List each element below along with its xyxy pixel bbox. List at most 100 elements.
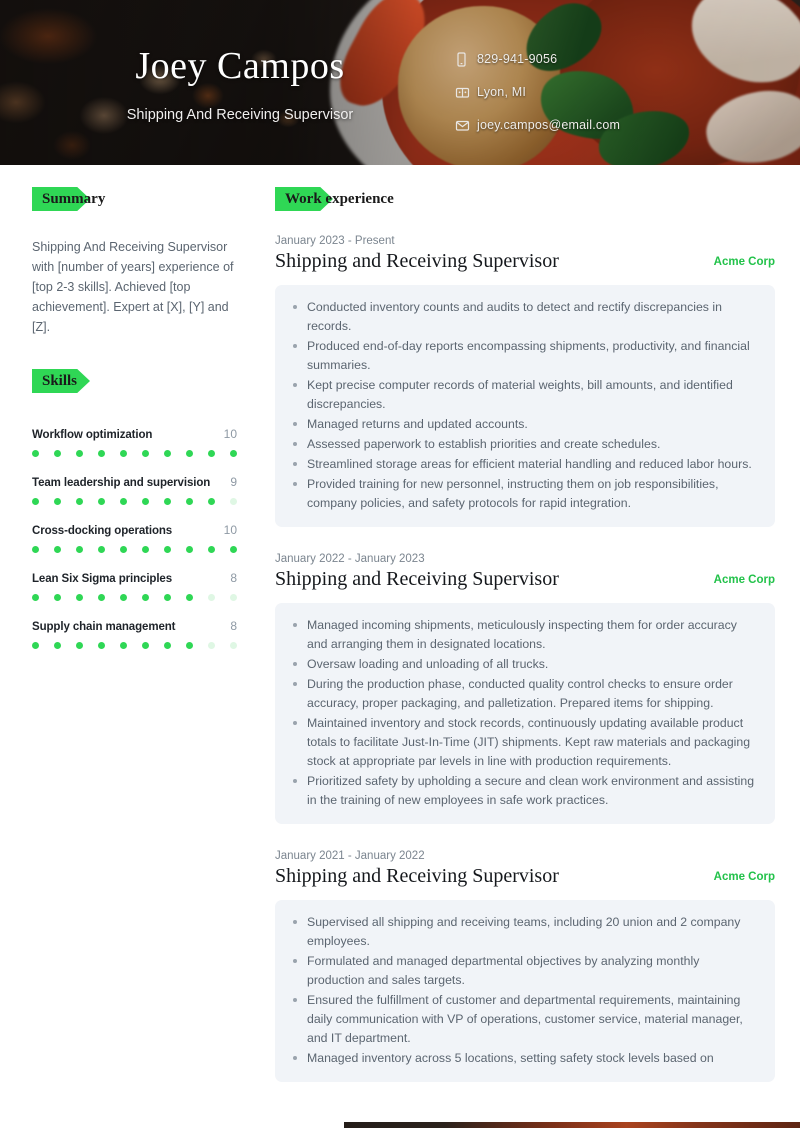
rating-dot-filled bbox=[76, 642, 83, 649]
rating-dot-filled bbox=[98, 546, 105, 553]
rating-dot-filled bbox=[142, 546, 149, 553]
job-bullet: Streamlined storage areas for efficient … bbox=[291, 455, 757, 474]
rating-dot-filled bbox=[98, 642, 105, 649]
rating-dot-filled bbox=[120, 450, 127, 457]
skill-score: 8 bbox=[230, 619, 237, 633]
contact-location-text: Lyon, MI bbox=[477, 85, 527, 99]
contact-item-location[interactable]: Lyon, MI bbox=[455, 78, 620, 106]
rating-dot-empty bbox=[208, 642, 215, 649]
rating-dot-filled bbox=[164, 594, 171, 601]
contact-phone-text: 829-941-9056 bbox=[477, 52, 558, 66]
job-company: Acme Corp bbox=[713, 574, 775, 586]
rating-dot-filled bbox=[186, 642, 193, 649]
job-entry: January 2023 - Present Shipping and Recei… bbox=[275, 235, 775, 527]
job-dates: January 2022 - January 2023 bbox=[275, 553, 425, 565]
email-icon bbox=[455, 118, 477, 133]
rating-dot-empty bbox=[230, 594, 237, 601]
skill-item: Team leadership and supervision 9 bbox=[32, 475, 237, 505]
summary-heading-label: Summary bbox=[42, 191, 106, 207]
rating-dot-filled bbox=[142, 642, 149, 649]
job-dates: January 2021 - January 2022 bbox=[275, 850, 425, 862]
skills-heading: Skills bbox=[32, 369, 90, 393]
skill-score: 10 bbox=[223, 427, 237, 441]
job-bullet: Provided training for new personnel, ins… bbox=[291, 475, 757, 513]
rating-dot-filled bbox=[230, 450, 237, 457]
job-bullet: Managed returns and updated accounts. bbox=[291, 415, 757, 434]
rating-dot-filled bbox=[208, 546, 215, 553]
candidate-name: Joey Campos bbox=[135, 45, 345, 87]
job-role: Shipping and Receiving Supervisor bbox=[275, 568, 559, 590]
skill-name: Workflow optimization bbox=[32, 429, 153, 441]
skill-header: Supply chain management 8 bbox=[32, 619, 237, 633]
candidate-job-title: Shipping And Receiving Supervisor bbox=[126, 107, 354, 123]
rating-dot-filled bbox=[76, 498, 83, 505]
skill-header: Workflow optimization 10 bbox=[32, 427, 237, 441]
work-experience-heading: Work experience bbox=[275, 187, 400, 211]
contact-item-email[interactable]: joey.campos@email.com bbox=[455, 111, 620, 139]
rating-dot-filled bbox=[98, 594, 105, 601]
rating-dot-empty bbox=[230, 498, 237, 505]
rating-dot-filled bbox=[98, 450, 105, 457]
job-bullet-list: Managed incoming shipments, meticulously… bbox=[291, 616, 757, 810]
job-role: Shipping and Receiving Supervisor bbox=[275, 865, 559, 887]
job-bullet: Formulated and managed departmental obje… bbox=[291, 952, 757, 990]
rating-dot-filled bbox=[54, 450, 61, 457]
skill-item: Cross-docking operations 10 bbox=[32, 523, 237, 553]
skill-score: 8 bbox=[230, 571, 237, 585]
job-responsibilities-box: Managed incoming shipments, meticulously… bbox=[275, 603, 775, 824]
experience-column: Work experience January 2023 - Present Sh… bbox=[265, 165, 800, 1108]
job-bullet: Maintained inventory and stock records, … bbox=[291, 714, 757, 771]
rating-dot-empty bbox=[230, 642, 237, 649]
rating-dot-filled bbox=[208, 450, 215, 457]
job-responsibilities-box: Conducted inventory counts and audits to… bbox=[275, 285, 775, 527]
summary-text: Shipping And Receiving Supervisor with [… bbox=[32, 240, 234, 334]
skill-score: 9 bbox=[230, 475, 237, 489]
job-entry: January 2021 - January 2022 Shipping and … bbox=[275, 850, 775, 1082]
rating-dot-filled bbox=[54, 498, 61, 505]
job-bullet: Oversaw loading and unloading of all tru… bbox=[291, 655, 757, 674]
rating-dot-filled bbox=[164, 450, 171, 457]
job-role: Shipping and Receiving Supervisor bbox=[275, 250, 559, 272]
rating-dot-filled bbox=[32, 594, 39, 601]
location-icon bbox=[455, 85, 477, 100]
job-bullet-list: Supervised all shipping and receiving te… bbox=[291, 913, 757, 1068]
job-bullet: Managed inventory across 5 locations, se… bbox=[291, 1049, 757, 1068]
rating-dot-filled bbox=[230, 546, 237, 553]
rating-dot-filled bbox=[120, 594, 127, 601]
skill-rating-dots bbox=[32, 594, 237, 601]
rating-dot-filled bbox=[76, 546, 83, 553]
rating-dot-filled bbox=[32, 642, 39, 649]
rating-dot-filled bbox=[164, 498, 171, 505]
rating-dot-filled bbox=[32, 546, 39, 553]
rating-dot-filled bbox=[120, 498, 127, 505]
skill-name: Lean Six Sigma principles bbox=[32, 573, 173, 585]
rating-dot-filled bbox=[142, 450, 149, 457]
rating-dot-filled bbox=[120, 546, 127, 553]
skill-score: 10 bbox=[223, 523, 237, 537]
rating-dot-filled bbox=[186, 594, 193, 601]
rating-dot-empty bbox=[208, 594, 215, 601]
rating-dot-filled bbox=[76, 594, 83, 601]
skill-item: Supply chain management 8 bbox=[32, 619, 237, 649]
job-dates: January 2023 - Present bbox=[275, 235, 395, 247]
resume-header: Joey Campos Shipping And Receiving Super… bbox=[0, 0, 800, 165]
skill-item: Lean Six Sigma principles 8 bbox=[32, 571, 237, 601]
skill-name: Cross-docking operations bbox=[32, 525, 173, 537]
job-bullet: Prioritized safety by upholding a secure… bbox=[291, 772, 757, 810]
rating-dot-filled bbox=[120, 642, 127, 649]
rating-dot-filled bbox=[98, 498, 105, 505]
rating-dot-filled bbox=[186, 450, 193, 457]
job-bullet: Produced end-of-day reports encompassing… bbox=[291, 337, 757, 375]
job-bullet-list: Conducted inventory counts and audits to… bbox=[291, 298, 757, 513]
skills-list: Workflow optimization 10 Team leadership a… bbox=[32, 427, 237, 649]
job-responsibilities-box: Supervised all shipping and receiving te… bbox=[275, 900, 775, 1082]
skills-heading-label: Skills bbox=[42, 373, 78, 389]
contact-item-phone[interactable]: 829-941-9056 bbox=[455, 45, 620, 73]
job-header: Shipping and Receiving Supervisor Acme Co… bbox=[275, 250, 775, 273]
job-bullet: Ensured the fulfillment of customer and … bbox=[291, 991, 757, 1048]
job-bullet: Conducted inventory counts and audits to… bbox=[291, 298, 757, 336]
phone-icon bbox=[455, 51, 477, 67]
rating-dot-filled bbox=[142, 498, 149, 505]
rating-dot-filled bbox=[208, 498, 215, 505]
rating-dot-filled bbox=[54, 594, 61, 601]
